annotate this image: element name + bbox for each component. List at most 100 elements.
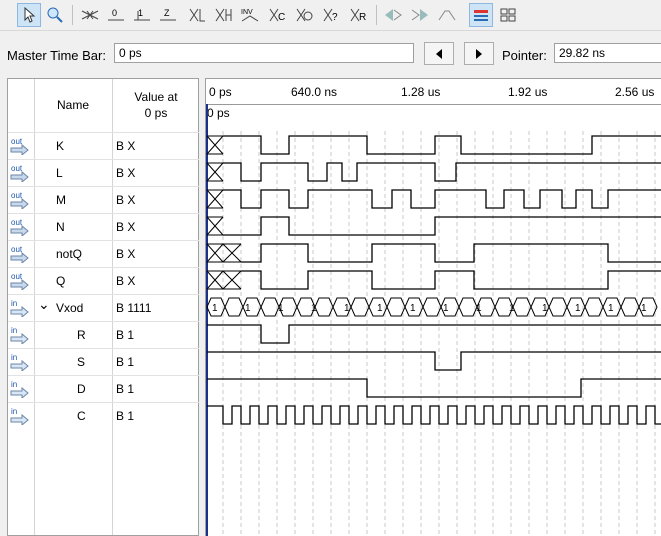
signal-row[interactable]: out M B X	[8, 186, 199, 213]
waveform-C	[207, 405, 661, 425]
bus-segment	[512, 297, 532, 317]
signal-value: B X	[116, 247, 136, 261]
bus-segment	[314, 297, 334, 317]
svg-text:out: out	[11, 137, 23, 146]
signal-row[interactable]: out N B X	[8, 213, 199, 240]
signal-row[interactable]: in ⌄ Vxod B 1111	[8, 294, 199, 321]
invert-low-icon[interactable]	[185, 3, 209, 27]
next-transition-button[interactable]	[464, 42, 494, 65]
signal-name: M	[56, 193, 66, 207]
master-time-bar-label: Master Time Bar:	[7, 48, 106, 63]
signal-value: B X	[116, 220, 136, 234]
previous-transition-button[interactable]	[424, 42, 454, 65]
bus-value-label: 1	[212, 303, 218, 314]
snap-right-icon[interactable]	[408, 3, 432, 27]
arbitrary-value-icon[interactable]: R	[346, 3, 370, 27]
signal-name: L	[56, 166, 63, 180]
snap-left-icon[interactable]	[381, 3, 405, 27]
force-low-icon[interactable]: 0	[104, 3, 128, 27]
signal-value: B 1	[116, 328, 135, 342]
signal-row[interactable]: in C B 1	[8, 402, 199, 429]
bus-value-label: 1	[542, 303, 548, 314]
bus-value-label: 1	[245, 303, 251, 314]
bus-segment	[548, 297, 568, 317]
signal-value: B 1	[116, 382, 135, 396]
invert-icon[interactable]: INV	[238, 3, 262, 27]
signal-row[interactable]: out notQ B X	[8, 240, 199, 267]
signal-row[interactable]: out K B X	[8, 132, 199, 159]
value-column-header[interactable]: Value at 0 ps	[112, 79, 200, 131]
clock-icon[interactable]	[292, 3, 316, 27]
signal-list-panel: Name Value at 0 ps out K B X out L B X out M B X…	[7, 78, 199, 536]
svg-text:in: in	[11, 407, 17, 416]
output-pin-icon: out	[10, 245, 29, 263]
signal-name: C	[77, 409, 86, 423]
pointer-input[interactable]: 29.82 ns	[554, 43, 661, 63]
bus-value-label: 1	[476, 303, 482, 314]
edit-waveform-icon[interactable]	[435, 3, 459, 27]
toolbar: 0 1 Z INV C ? R	[0, 0, 661, 31]
unknown-marker	[206, 243, 224, 263]
output-pin-icon: out	[10, 164, 29, 182]
svg-text:out: out	[11, 164, 23, 173]
signal-row[interactable]: in S B 1	[8, 348, 199, 375]
force-unknown-icon[interactable]	[78, 3, 102, 27]
bus-value-label: 1	[509, 303, 515, 314]
grid-icon[interactable]	[496, 3, 520, 27]
waveform-panel[interactable]: 0 ps 640.0 ns 1.28 us 1.92 us 2.56 us 0 …	[205, 78, 661, 536]
signal-row[interactable]: in D B 1	[8, 375, 199, 402]
waveform-Q	[241, 270, 661, 290]
signal-row[interactable]: in R B 1	[8, 321, 199, 348]
master-time-bar-row: Master Time Bar: 0 ps Pointer: 29.82 ns	[0, 38, 661, 74]
unknown-marker	[206, 189, 224, 209]
triangle-left-icon	[436, 48, 442, 59]
output-pin-icon: out	[10, 218, 29, 236]
bus-value-label: 1	[443, 303, 449, 314]
waveform-notQ	[241, 243, 661, 263]
chevron-down-icon[interactable]: ⌄	[38, 296, 50, 313]
output-pin-icon: out	[10, 191, 29, 209]
input-pin-icon: in	[10, 407, 29, 425]
count-value-icon[interactable]: C	[265, 3, 289, 27]
waveform-L	[223, 162, 661, 182]
value-header-line2: 0 ps	[144, 106, 168, 120]
signal-name: Vxod	[56, 301, 84, 315]
svg-text:R: R	[359, 12, 366, 23]
bus-segment	[422, 297, 442, 317]
unknown-marker	[222, 243, 242, 263]
zoom-icon[interactable]	[43, 3, 67, 27]
input-pin-icon: in	[10, 326, 29, 344]
signal-value: B 1	[116, 409, 135, 423]
select-arrow-icon[interactable]	[17, 3, 41, 27]
waveform-R	[207, 324, 661, 344]
svg-text:?: ?	[332, 12, 338, 23]
signal-row[interactable]: out Q B X	[8, 267, 199, 294]
signal-name: N	[56, 220, 65, 234]
bus-value-label: 1	[641, 303, 647, 314]
sort-icon[interactable]	[469, 3, 493, 27]
master-time-bar-input[interactable]: 0 ps	[114, 43, 414, 63]
random-icon[interactable]: ?	[319, 3, 343, 27]
force-high-icon[interactable]: 1	[130, 3, 154, 27]
invert-high-icon[interactable]	[211, 3, 235, 27]
svg-text:INV: INV	[241, 9, 253, 16]
waveform-canvas[interactable]: 1 1 1 1 1 1 1 1 1 1 1 1 1 1	[206, 79, 661, 536]
bus-value-label: 1	[575, 303, 581, 314]
signal-name: K	[56, 139, 65, 153]
svg-text:in: in	[11, 380, 17, 389]
signal-name: notQ	[56, 247, 83, 261]
bus-value-label: 1	[311, 303, 317, 314]
svg-text:0: 0	[112, 8, 117, 18]
svg-text:out: out	[11, 191, 23, 200]
waveform-D	[207, 378, 661, 398]
unknown-marker	[206, 162, 224, 182]
force-zero-icon[interactable]: Z	[156, 3, 180, 27]
name-column-header[interactable]: Name	[35, 79, 111, 131]
input-pin-icon: in	[10, 353, 29, 371]
signal-name: Q	[56, 274, 66, 288]
svg-text:in: in	[11, 353, 17, 362]
unknown-marker	[206, 135, 224, 155]
signal-name: S	[77, 355, 86, 369]
bus-value-label: 1	[278, 303, 284, 314]
signal-row[interactable]: out L B X	[8, 159, 199, 186]
